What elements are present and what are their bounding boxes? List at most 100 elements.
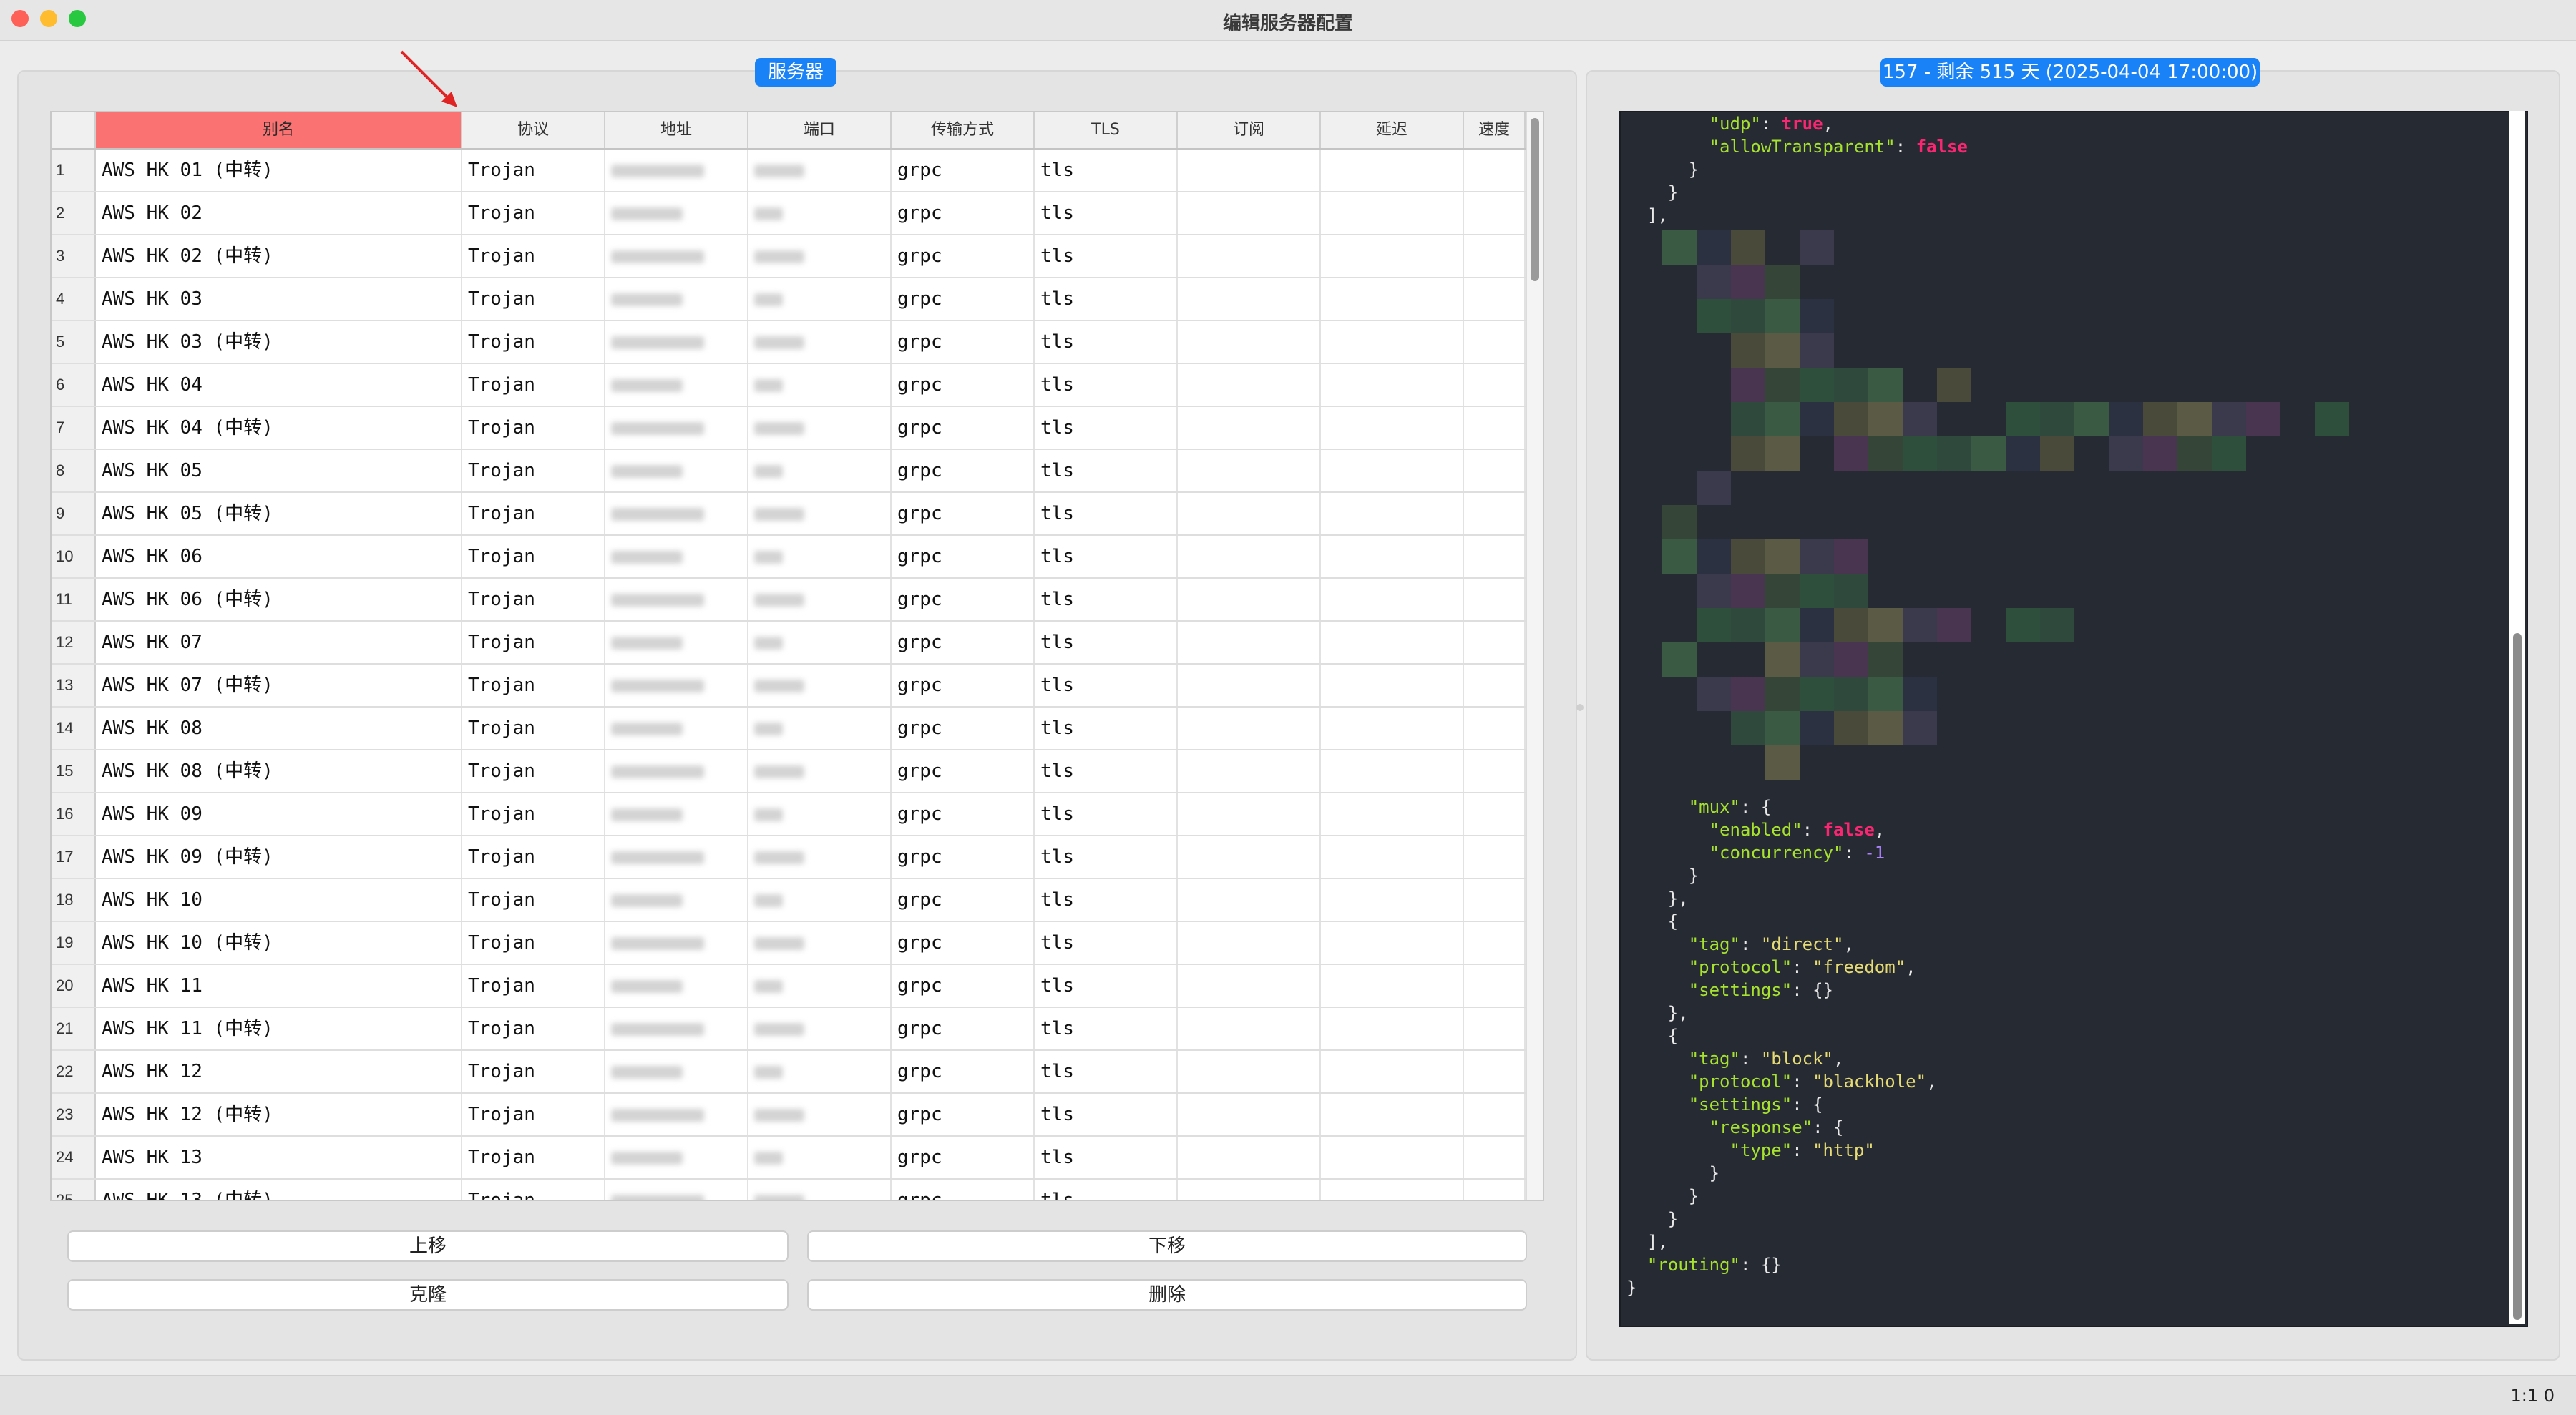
cell-address (605, 1137, 748, 1178)
cell-transport: grpc (892, 622, 1035, 663)
cell-subscription (1178, 750, 1321, 792)
table-row[interactable]: 18 AWS HK 10 Trojan grpc tls (52, 879, 1526, 922)
table-body: 1 AWS HK 01 (中转) Trojan grpc tls 2 AWS HK 02 Tr… (52, 150, 1526, 1200)
table-row[interactable]: 25 AWS HK 13 (中转) Trojan grpc tls (52, 1180, 1526, 1200)
row-number: 3 (52, 235, 96, 277)
table-row[interactable]: 2 AWS HK 02 Trojan grpc tls (52, 192, 1526, 235)
redacted-value (754, 722, 783, 735)
redaction-block (1662, 505, 1697, 539)
table-row[interactable]: 24 AWS HK 13 Trojan grpc tls (52, 1137, 1526, 1180)
cell-latency (1321, 708, 1464, 749)
cell-protocol: Trojan (462, 364, 605, 406)
cell-tls: tls (1035, 665, 1178, 706)
cell-transport: grpc (892, 579, 1035, 620)
redacted-value (754, 808, 783, 821)
redaction-block (2040, 436, 2074, 471)
column-header-latency[interactable]: 延迟 (1321, 112, 1464, 148)
cell-alias: AWS HK 11 (96, 965, 462, 1007)
cell-transport: grpc (892, 407, 1035, 449)
table-scrollbar[interactable] (1526, 112, 1543, 1200)
cell-transport: grpc (892, 836, 1035, 878)
table-row[interactable]: 7 AWS HK 04 (中转) Trojan grpc tls (52, 407, 1526, 450)
redacted-value (611, 421, 704, 435)
column-header-transport[interactable]: 传输方式 (892, 112, 1035, 148)
json-code-top: "udp": true, "allowTransparent": false }… (1646, 114, 1968, 225)
redacted-value (754, 979, 783, 993)
editor-scrollbar-thumb[interactable] (2513, 633, 2522, 1320)
editor-scrollbar[interactable] (2509, 111, 2525, 1324)
redacted-value (611, 722, 683, 735)
clone-button[interactable]: 克隆 (67, 1279, 789, 1311)
table-row[interactable]: 10 AWS HK 06 Trojan grpc tls (52, 536, 1526, 579)
table-row[interactable]: 20 AWS HK 11 Trojan grpc tls (52, 965, 1526, 1008)
table-row[interactable]: 9 AWS HK 05 (中转) Trojan grpc tls (52, 493, 1526, 536)
move-up-button[interactable]: 上移 (67, 1230, 789, 1262)
cell-tls: tls (1035, 793, 1178, 835)
column-header-tls[interactable]: TLS (1035, 112, 1178, 148)
cell-protocol: Trojan (462, 450, 605, 491)
redacted-value (611, 1065, 683, 1079)
column-header-protocol[interactable]: 协议 (462, 112, 605, 148)
cell-subscription (1178, 622, 1321, 663)
redaction-block (1834, 539, 1868, 574)
table-row[interactable]: 5 AWS HK 03 (中转) Trojan grpc tls (52, 321, 1526, 364)
cell-tls: tls (1035, 192, 1178, 234)
table-row[interactable]: 22 AWS HK 12 Trojan grpc tls (52, 1051, 1526, 1094)
table-row[interactable]: 16 AWS HK 09 Trojan grpc tls (52, 793, 1526, 836)
table-row[interactable]: 6 AWS HK 04 Trojan grpc tls (52, 364, 1526, 407)
redacted-value (754, 593, 804, 607)
redaction-block (1800, 642, 1834, 677)
table-row[interactable]: 1 AWS HK 01 (中转) Trojan grpc tls (52, 150, 1526, 192)
table-row[interactable]: 19 AWS HK 10 (中转) Trojan grpc tls (52, 922, 1526, 965)
splitter-handle[interactable] (1576, 704, 1584, 711)
delete-button[interactable]: 删除 (807, 1279, 1527, 1311)
table-row[interactable]: 11 AWS HK 06 (中转) Trojan grpc tls (52, 579, 1526, 622)
config-json-editor[interactable]: "udp": true, "allowTransparent": false }… (1619, 111, 2528, 1327)
cell-protocol: Trojan (462, 836, 605, 878)
column-header-speed[interactable]: 速度 (1464, 112, 1526, 148)
table-row[interactable]: 23 AWS HK 12 (中转) Trojan grpc tls (52, 1094, 1526, 1137)
cell-port (748, 708, 892, 749)
cell-port (748, 665, 892, 706)
redacted-value (611, 936, 704, 950)
table-row[interactable]: 4 AWS HK 03 Trojan grpc tls (52, 278, 1526, 321)
table-row[interactable]: 13 AWS HK 07 (中转) Trojan grpc tls (52, 665, 1526, 708)
cell-latency (1321, 1180, 1464, 1200)
cell-transport: grpc (892, 750, 1035, 792)
cell-port (748, 192, 892, 234)
table-row[interactable]: 17 AWS HK 09 (中转) Trojan grpc tls (52, 836, 1526, 879)
redacted-value (754, 1065, 783, 1079)
cell-subscription (1178, 1051, 1321, 1092)
redaction-block (1834, 642, 1868, 677)
table-row[interactable]: 15 AWS HK 08 (中转) Trojan grpc tls (52, 750, 1526, 793)
cell-alias: AWS HK 05 (中转) (96, 493, 462, 534)
column-header-subscription[interactable]: 订阅 (1178, 112, 1321, 148)
cell-protocol: Trojan (462, 407, 605, 449)
table-row[interactable]: 3 AWS HK 02 (中转) Trojan grpc tls (52, 235, 1526, 278)
move-down-button[interactable]: 下移 (807, 1230, 1527, 1262)
cell-tls: tls (1035, 879, 1178, 921)
column-header-alias[interactable]: 别名 (96, 112, 462, 148)
redaction-block (1731, 265, 1765, 299)
redaction-block (1731, 368, 1765, 402)
subscription-info-badge: 157 - 剩余 515 天 (2025-04-04 17:00:00) (1880, 58, 2260, 87)
redaction-block (2040, 402, 2074, 436)
cell-address (605, 1094, 748, 1135)
table-row[interactable]: 21 AWS HK 11 (中转) Trojan grpc tls (52, 1008, 1526, 1051)
cell-transport: grpc (892, 922, 1035, 964)
column-header-port[interactable]: 端口 (748, 112, 892, 148)
table-row[interactable]: 14 AWS HK 08 Trojan grpc tls (52, 708, 1526, 750)
column-header-address[interactable]: 地址 (605, 112, 748, 148)
cell-speed (1464, 622, 1526, 663)
cell-speed (1464, 1094, 1526, 1135)
cell-subscription (1178, 364, 1321, 406)
table-row[interactable]: 8 AWS HK 05 Trojan grpc tls (52, 450, 1526, 493)
table-row[interactable]: 12 AWS HK 07 Trojan grpc tls (52, 622, 1526, 665)
cell-speed (1464, 150, 1526, 191)
redacted-value (611, 1151, 683, 1165)
row-number: 13 (52, 665, 96, 706)
table-scrollbar-thumb[interactable] (1531, 118, 1539, 281)
redaction-block (1903, 436, 1937, 471)
redaction-block (1697, 608, 1731, 642)
cell-latency (1321, 364, 1464, 406)
